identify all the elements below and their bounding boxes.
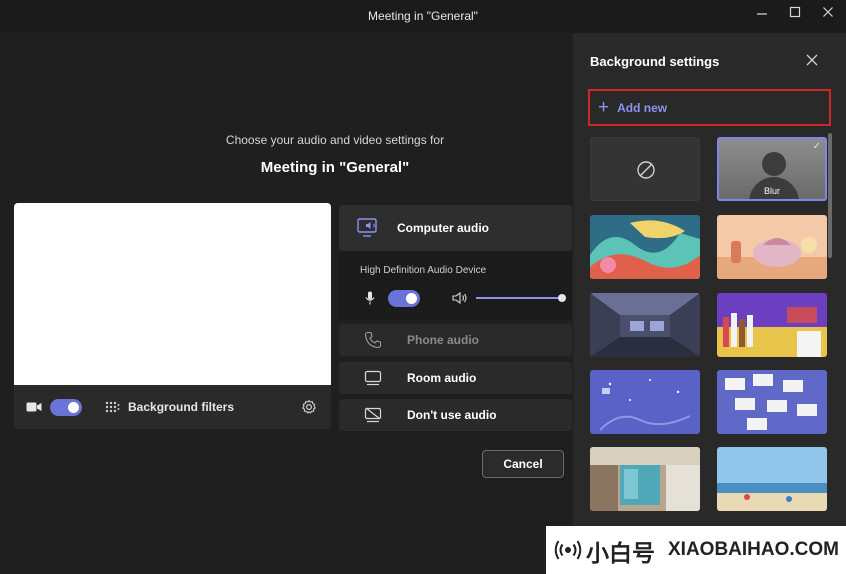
title-bar: Meeting in "General" bbox=[0, 0, 846, 33]
settings-prompt: Choose your audio and video settings for bbox=[225, 133, 445, 147]
computer-audio-option[interactable]: Computer audio bbox=[339, 205, 572, 251]
plus-icon: + bbox=[598, 97, 610, 118]
panel-close-button[interactable] bbox=[805, 53, 825, 71]
background-blur[interactable]: Blur ✓ bbox=[717, 137, 827, 201]
broadcast-icon bbox=[554, 538, 582, 562]
phone-audio-option[interactable]: Phone audio bbox=[339, 324, 572, 356]
computer-audio-icon bbox=[339, 218, 397, 238]
minimize-button[interactable] bbox=[751, 6, 773, 26]
watermark-brand-cn: 小白号 bbox=[586, 540, 655, 566]
computer-audio-label: Computer audio bbox=[397, 221, 489, 235]
close-icon bbox=[823, 7, 833, 17]
maximize-icon bbox=[789, 6, 801, 18]
video-preview-card: Background filters bbox=[14, 203, 331, 429]
room-audio-option[interactable]: Room audio bbox=[339, 362, 572, 394]
audio-device-name: High Definition Audio Device bbox=[360, 265, 487, 276]
room-audio-icon bbox=[339, 370, 407, 386]
window-title: Meeting in "General" bbox=[368, 9, 478, 23]
background-thumbnail[interactable] bbox=[590, 215, 700, 279]
background-thumbnail[interactable] bbox=[590, 293, 700, 357]
prejoin-panel: Choose your audio and video settings for… bbox=[0, 33, 573, 574]
cancel-button[interactable]: Cancel bbox=[482, 450, 564, 478]
background-filters-button[interactable]: Background filters bbox=[104, 400, 234, 414]
no-audio-icon bbox=[339, 407, 407, 423]
video-controls: Background filters bbox=[14, 385, 331, 429]
settings-icon[interactable] bbox=[301, 399, 317, 415]
add-new-label: Add new bbox=[617, 100, 668, 115]
no-audio-label: Don't use audio bbox=[407, 408, 497, 422]
volume-slider-thumb[interactable] bbox=[558, 294, 566, 302]
maximize-button[interactable] bbox=[784, 6, 806, 26]
watermark-banner: 小白号 XIAOBAIHAO.COM bbox=[546, 526, 846, 574]
panel-scrollbar[interactable] bbox=[828, 133, 832, 258]
minimize-icon bbox=[757, 13, 767, 15]
blur-label: Blur bbox=[763, 186, 780, 196]
blur-avatar-head bbox=[762, 152, 786, 176]
video-preview bbox=[14, 203, 331, 385]
phone-icon bbox=[339, 331, 407, 349]
background-thumbnail[interactable] bbox=[590, 370, 700, 434]
phone-audio-label: Phone audio bbox=[407, 333, 479, 347]
close-icon bbox=[806, 54, 818, 66]
background-filters-icon bbox=[104, 400, 120, 414]
background-settings-title: Background settings bbox=[590, 54, 720, 69]
background-none[interactable] bbox=[590, 137, 700, 201]
no-audio-option[interactable]: Don't use audio bbox=[339, 399, 572, 431]
volume-slider[interactable] bbox=[476, 294, 566, 302]
background-settings-panel: Background settings + Add new Blur ✓ bbox=[573, 33, 846, 574]
audio-device-panel: High Definition Audio Device bbox=[339, 251, 572, 320]
speaker-icon bbox=[452, 292, 468, 304]
background-filters-label: Background filters bbox=[128, 400, 235, 414]
meeting-title: Meeting in "General" bbox=[260, 159, 410, 176]
camera-icon bbox=[26, 401, 42, 413]
background-thumbnail[interactable] bbox=[717, 370, 827, 434]
background-thumbnail[interactable] bbox=[590, 447, 700, 511]
check-icon: ✓ bbox=[812, 141, 821, 152]
camera-toggle[interactable] bbox=[50, 398, 82, 416]
add-new-background-button[interactable]: + Add new bbox=[588, 89, 831, 126]
microphone-icon bbox=[365, 291, 375, 305]
room-audio-label: Room audio bbox=[407, 371, 477, 385]
microphone-toggle[interactable] bbox=[388, 290, 420, 307]
background-thumbnail[interactable] bbox=[717, 447, 827, 511]
close-button[interactable] bbox=[817, 6, 839, 26]
background-thumbnail[interactable] bbox=[717, 293, 827, 357]
background-thumbnail[interactable] bbox=[717, 215, 827, 279]
no-background-icon bbox=[637, 161, 655, 179]
watermark-brand-en: XIAOBAIHAO.COM bbox=[668, 539, 839, 560]
